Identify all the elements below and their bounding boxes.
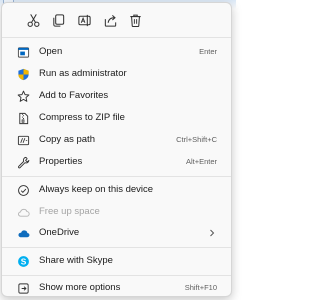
show-more-options-shortcut: Shift+F10 bbox=[184, 283, 217, 292]
open-label: Open bbox=[39, 46, 63, 57]
rename-button[interactable] bbox=[72, 8, 96, 32]
share-button[interactable] bbox=[98, 8, 122, 32]
compress-to-zip-menu-item[interactable]: Compress to ZIP file bbox=[6, 108, 227, 128]
copy-as-path-menu-item[interactable]: Copy as path Ctrl+Shift+C bbox=[6, 130, 227, 150]
cloud-check-icon bbox=[16, 183, 30, 197]
properties-menu-item[interactable]: Properties Alt+Enter bbox=[6, 152, 227, 172]
show-more-options-menu-item[interactable]: Show more options Shift+F10 bbox=[6, 278, 227, 298]
always-keep-on-device-menu-item[interactable]: Always keep on this device bbox=[6, 180, 227, 200]
run-as-administrator-label: Run as administrator bbox=[39, 68, 127, 79]
chevron-right-icon bbox=[207, 226, 217, 240]
share-icon bbox=[104, 14, 116, 27]
onedrive-icon bbox=[16, 226, 30, 240]
cloud-icon bbox=[16, 205, 30, 219]
properties-shortcut: Alt+Enter bbox=[185, 157, 217, 166]
add-to-favorites-menu-item[interactable]: Add to Favorites bbox=[6, 86, 227, 106]
copy-as-path-label: Copy as path bbox=[39, 134, 95, 145]
copy-as-path-shortcut: Ctrl+Shift+C bbox=[176, 135, 217, 144]
open-menu-item[interactable]: Open Enter bbox=[6, 42, 227, 62]
uac-shield-icon bbox=[16, 67, 30, 81]
delete-icon bbox=[129, 14, 141, 27]
toolbar-divider bbox=[2, 37, 231, 38]
star-icon bbox=[16, 89, 30, 103]
menu-divider bbox=[2, 275, 231, 276]
cut-button[interactable] bbox=[21, 8, 45, 32]
wrench-icon bbox=[16, 155, 30, 169]
share-with-skype-label: Share with Skype bbox=[39, 255, 113, 266]
show-more-options-label: Show more options bbox=[39, 282, 121, 293]
compress-to-zip-label: Compress to ZIP file bbox=[39, 112, 125, 123]
skype-icon: S bbox=[16, 254, 30, 268]
menu-divider bbox=[2, 247, 231, 248]
always-keep-on-device-label: Always keep on this device bbox=[39, 184, 154, 195]
free-up-space-menu-item: Free up space bbox=[6, 202, 227, 222]
copy-button[interactable] bbox=[46, 8, 70, 32]
more-options-icon bbox=[16, 281, 30, 295]
open-app-icon bbox=[16, 45, 30, 59]
context-menu-toolbar bbox=[2, 3, 231, 37]
copy-path-icon bbox=[16, 133, 30, 147]
cut-icon bbox=[27, 13, 39, 27]
copy-icon bbox=[52, 13, 64, 27]
zip-archive-icon bbox=[16, 111, 30, 125]
properties-label: Properties bbox=[39, 156, 83, 167]
add-to-favorites-label: Add to Favorites bbox=[39, 90, 109, 101]
onedrive-label: OneDrive bbox=[39, 227, 80, 238]
delete-button[interactable] bbox=[123, 8, 147, 32]
onedrive-menu-item[interactable]: OneDrive bbox=[6, 223, 227, 243]
free-up-space-label: Free up space bbox=[39, 206, 100, 217]
svg-text:S: S bbox=[20, 256, 26, 266]
run-as-administrator-menu-item[interactable]: Run as administrator bbox=[6, 64, 227, 84]
rename-icon bbox=[77, 14, 91, 26]
open-shortcut: Enter bbox=[199, 47, 217, 56]
share-with-skype-menu-item[interactable]: S Share with Skype bbox=[6, 251, 227, 271]
context-menu: Open Enter Run as administrator Add to F… bbox=[1, 2, 232, 297]
menu-divider bbox=[2, 176, 231, 177]
